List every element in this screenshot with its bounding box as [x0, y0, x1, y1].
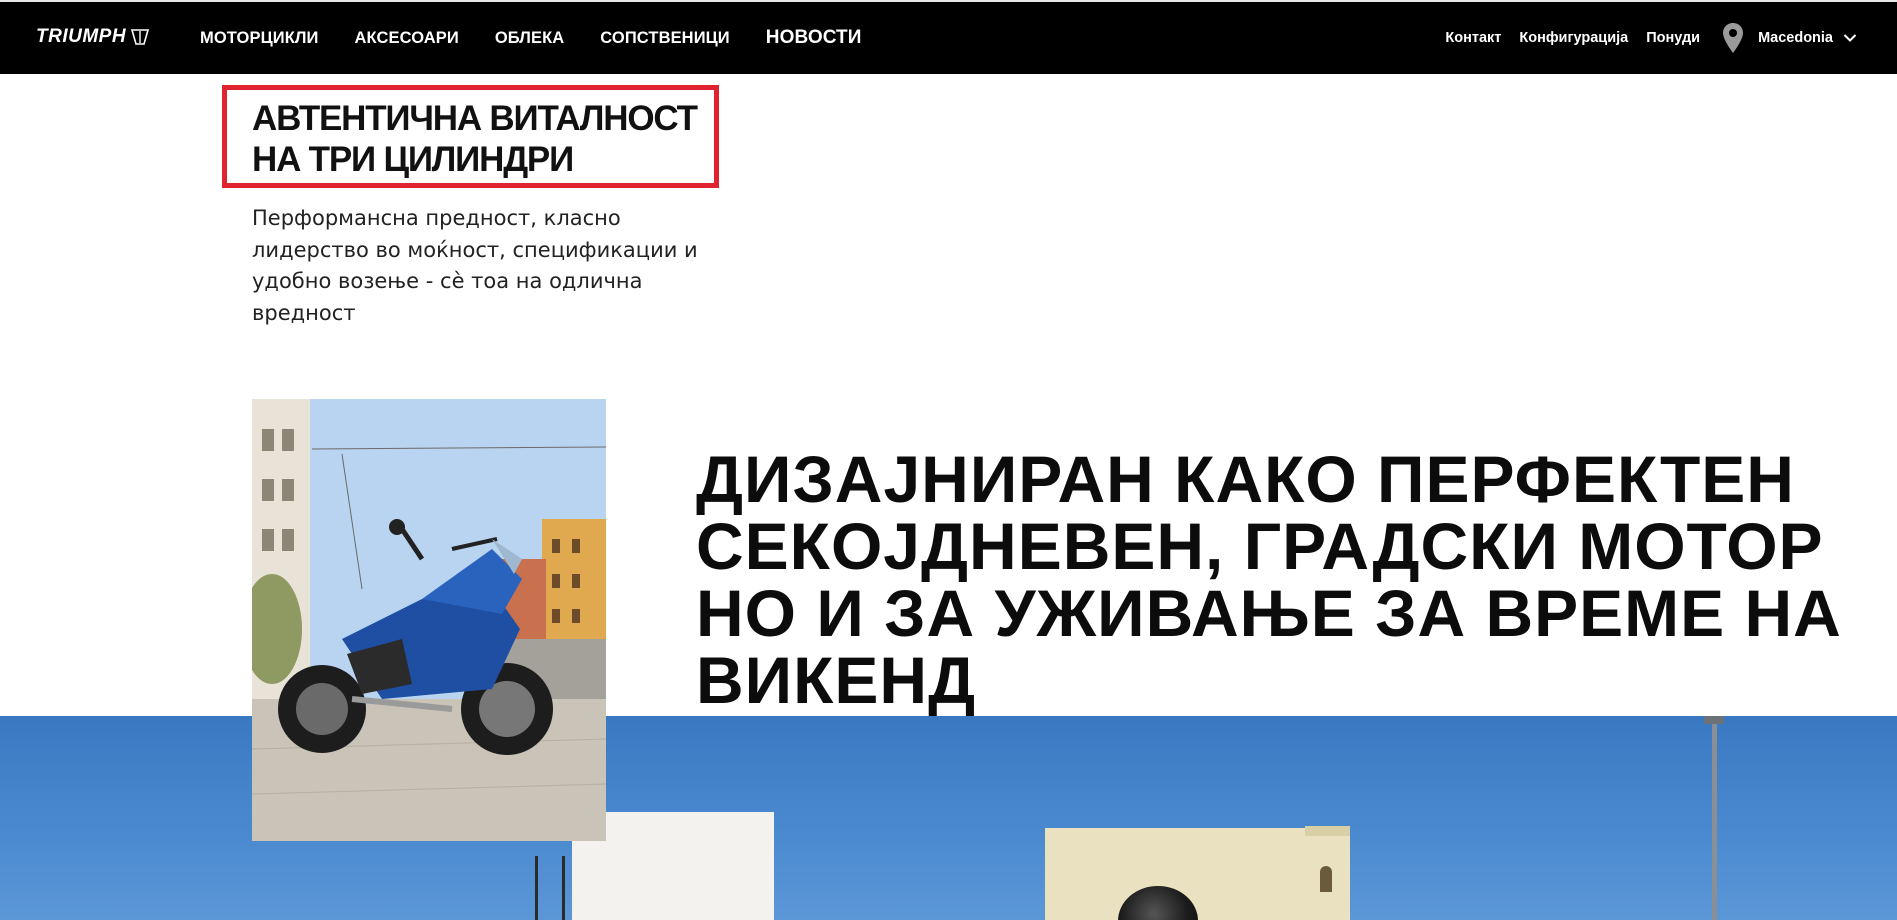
nav-item-owners[interactable]: СОПСТВЕНИЦИ	[600, 29, 730, 48]
street-pole-cap	[1704, 716, 1724, 724]
motorcycle-photo	[252, 399, 606, 841]
map-pin-icon	[1723, 23, 1744, 53]
scaffold-shape	[535, 856, 565, 920]
intro-description: Перформансна предност, класно лидерство …	[252, 206, 698, 325]
top-navigation: TRIUMPH МОТОРЦИКЛИ АКСЕСОАРИ ОБЛЕКА СОПС…	[0, 0, 1897, 74]
chevron-down-icon	[1843, 34, 1857, 42]
nav-item-news[interactable]: НОВОСТИ	[766, 27, 862, 49]
region-label: Macedonia	[1758, 30, 1833, 46]
yellow-building-shape	[1045, 828, 1350, 920]
intro-title: АВТЕНТИЧНА ВИТАЛНОСТ НА ТРИ ЦИЛИНДРИ	[252, 99, 698, 179]
street-pole-shape	[1712, 716, 1717, 920]
building-cornice-shape	[1305, 826, 1350, 836]
main-menu: МОТОРЦИКЛИ АКСЕСОАРИ ОБЛЕКА СОПСТВЕНИЦИ …	[200, 2, 898, 74]
brand-logo[interactable]: TRIUMPH	[36, 26, 150, 48]
section-headline: ДИЗАЈНИРАН КАКО ПЕРФЕКТЕН СЕКОЈДНЕВЕН, Г…	[696, 442, 1842, 717]
nav-item-accessories[interactable]: АКСЕСОАРИ	[355, 29, 459, 48]
offers-link[interactable]: Понуди	[1646, 30, 1700, 46]
region-selector[interactable]: Macedonia	[1722, 22, 1857, 54]
utility-menu: Контакт Конфигурација Понуди Macedonia	[1427, 2, 1857, 74]
motorcycle-photo-illustration	[252, 399, 606, 841]
contact-link[interactable]: Контакт	[1445, 30, 1501, 46]
nav-item-motorcycles[interactable]: МОТОРЦИКЛИ	[200, 29, 319, 48]
brand-wordmark: TRIUMPH	[36, 26, 127, 47]
building-window-shape	[1320, 866, 1332, 892]
nav-item-clothing[interactable]: ОБЛЕКА	[495, 29, 564, 48]
configurator-link[interactable]: Конфигурација	[1519, 30, 1628, 46]
triumph-emblem-icon	[131, 29, 150, 45]
